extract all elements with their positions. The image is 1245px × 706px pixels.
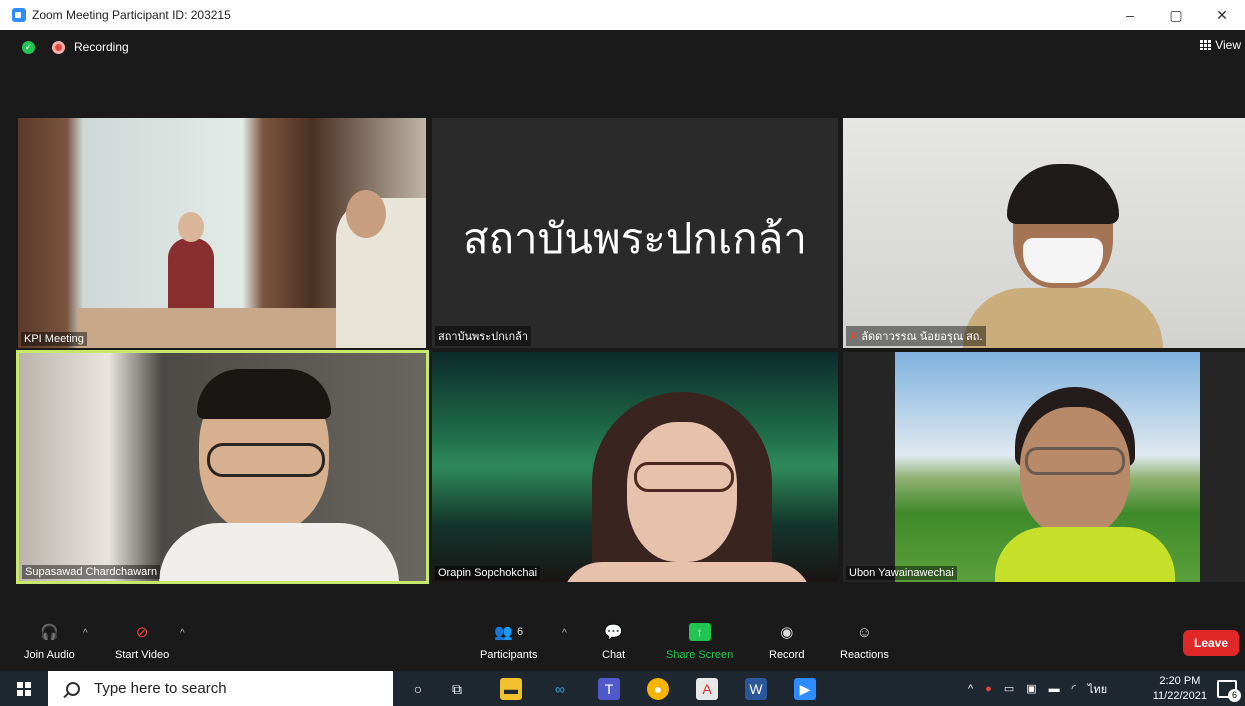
participant-video	[168, 212, 214, 308]
video-tile-kpi-meeting[interactable]: KPI Meeting	[18, 118, 426, 348]
chat-bubble-icon: 💬	[604, 624, 623, 641]
participant-name: Orapin Sopchokchai	[435, 566, 541, 580]
taskbar-clock[interactable]: 2:20 PM 11/22/2021	[1153, 674, 1207, 704]
input-language[interactable]: ไทย	[1088, 680, 1107, 698]
search-icon	[66, 681, 80, 696]
video-off-icon: ⊘	[135, 624, 149, 641]
participants-count: 6	[517, 626, 524, 638]
view-button[interactable]: View	[1200, 38, 1241, 52]
system-tray: ^ ● ▭ ▣ ▬ ◜ ไทย	[968, 671, 1107, 706]
participant-video	[159, 369, 419, 581]
word-icon[interactable]: W	[745, 678, 767, 700]
window-controls: – ▢ ✕	[1107, 0, 1245, 30]
search-placeholder: Type here to search	[94, 680, 227, 697]
share-screen-button[interactable]: ↑ Share Screen	[666, 622, 733, 661]
participant-name: สถาบันพระปกเกล้า	[435, 326, 532, 346]
recording-icon[interactable]	[52, 41, 65, 54]
meeting-topbar: ✓ Recording View	[0, 30, 1245, 65]
clock-time: 2:20 PM	[1159, 675, 1201, 687]
zoom-taskbar-icon[interactable]: ▶	[794, 678, 816, 700]
close-button[interactable]: ✕	[1199, 0, 1245, 30]
record-button[interactable]: ◉ Record	[769, 622, 804, 661]
show-hidden-icons-icon[interactable]: ^	[968, 683, 973, 695]
video-tile-institute[interactable]: สถาบันพระปกเกล้า สถาบันพระปกเกล้า	[432, 118, 838, 348]
window-title: Zoom Meeting Participant ID: 203215	[32, 8, 231, 22]
network-alert-icon[interactable]: ●	[985, 683, 992, 695]
record-icon: ◉	[780, 624, 794, 641]
video-feed	[78, 308, 378, 348]
zoom-app-icon	[12, 8, 26, 22]
notification-count: 6	[1228, 689, 1241, 702]
device-icon[interactable]: ▭	[1004, 682, 1014, 695]
participant-video	[963, 164, 1163, 348]
muted-mic-icon: ✗	[849, 331, 862, 343]
clock-date: 11/22/2021	[1152, 690, 1207, 702]
join-audio-button[interactable]: 🎧 Join Audio	[24, 622, 75, 661]
view-label: View	[1215, 38, 1241, 52]
reactions-button[interactable]: ☺ Reactions	[840, 622, 889, 662]
video-tile-supasawad-active-speaker[interactable]: Supasawad Chardchawarn	[16, 350, 429, 584]
display-icon[interactable]: ▣	[1026, 682, 1036, 695]
battery-icon[interactable]: ▬	[1049, 683, 1060, 695]
participants-button[interactable]: 👥 6 Participants	[480, 622, 537, 661]
video-tile-laddawan[interactable]: ✗ ลัดดาวรรณ น้อยอรุณ สถ.	[843, 118, 1245, 348]
recording-label[interactable]: Recording	[74, 40, 129, 54]
grid-view-icon	[1200, 40, 1212, 50]
participant-video	[895, 352, 1200, 582]
participants-options-caret[interactable]: ^	[562, 628, 567, 639]
smiley-icon: ☺	[856, 623, 873, 641]
participants-icon: 👥 6	[494, 624, 524, 641]
audio-options-caret[interactable]: ^	[83, 628, 88, 639]
file-explorer-icon[interactable]: ▬	[500, 678, 522, 700]
webex-icon[interactable]: ∞	[549, 678, 571, 700]
share-screen-icon: ↑	[688, 623, 711, 641]
participant-name: KPI Meeting	[21, 332, 87, 346]
windows-logo-icon	[17, 681, 31, 696]
chat-button[interactable]: 💬 Chat	[602, 622, 625, 661]
teams-icon[interactable]: T	[598, 678, 620, 700]
participant-video	[336, 190, 426, 348]
leave-button[interactable]: Leave	[1183, 630, 1239, 656]
security-shield-icon[interactable]: ✓	[22, 41, 35, 54]
video-tile-orapin[interactable]: Orapin Sopchokchai	[432, 352, 838, 582]
wifi-icon[interactable]: ◜	[1072, 682, 1076, 695]
participant-name: Ubon Yawainawechai	[846, 566, 957, 580]
participant-display-name: สถาบันพระปกเกล้า	[462, 214, 808, 263]
start-button[interactable]	[0, 671, 48, 706]
acrobat-icon[interactable]: A	[696, 678, 718, 700]
meeting-controls-toolbar: 🎧 Join Audio ^ ⊘ Start Video ^ 👥 6 Parti…	[0, 612, 1245, 671]
cortana-icon[interactable]: ○	[407, 678, 429, 700]
maximize-button[interactable]: ▢	[1153, 0, 1199, 30]
window-titlebar: Zoom Meeting Participant ID: 203215 – ▢ …	[0, 0, 1245, 30]
participant-video	[562, 392, 812, 582]
task-view-icon[interactable]: ⧉	[446, 678, 468, 700]
participant-name: Supasawad Chardchawarn	[22, 565, 161, 579]
chrome-icon[interactable]: ●	[647, 678, 669, 700]
taskbar-search-input[interactable]: Type here to search	[48, 671, 393, 706]
start-video-button[interactable]: ⊘ Start Video	[115, 622, 169, 661]
video-tile-ubon[interactable]: Ubon Yawainawechai	[843, 352, 1245, 582]
windows-taskbar: Type here to search ○ ⧉ ▬ ∞ T ● A W ▶ ^ …	[0, 671, 1245, 706]
headphones-icon: 🎧	[40, 624, 59, 641]
participant-name: ✗ ลัดดาวรรณ น้อยอรุณ สถ.	[846, 326, 986, 346]
minimize-button[interactable]: –	[1107, 0, 1153, 30]
video-options-caret[interactable]: ^	[180, 628, 185, 639]
